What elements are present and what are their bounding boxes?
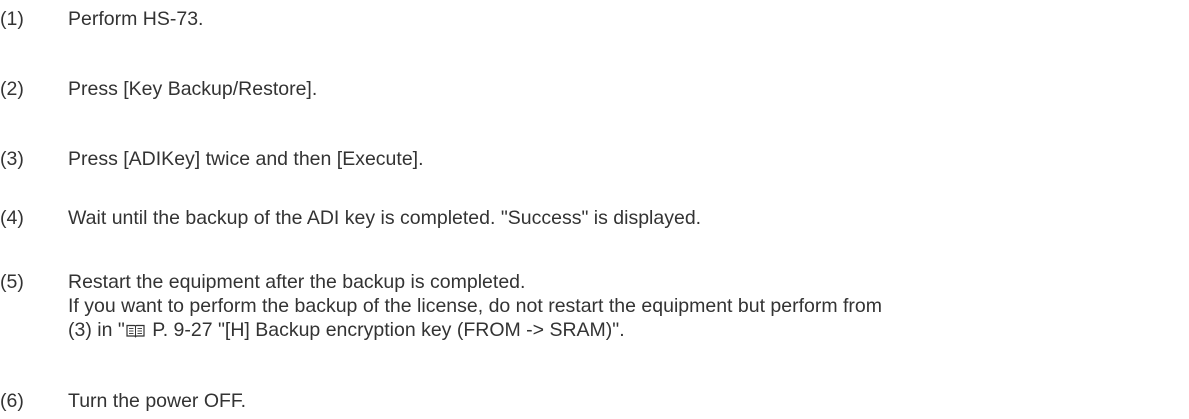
step-text: Restart the equipment after the backup i…	[68, 271, 526, 293]
step-number: (1)	[0, 8, 24, 30]
cross-reference: (3) in " P. 9-27 "[H] Backup encryption …	[68, 318, 882, 342]
step-number: (6)	[0, 390, 24, 412]
step-text: Press [Key Backup/Restore].	[68, 78, 318, 100]
step-text: If you want to perform the backup of the…	[68, 295, 883, 317]
step-text: Wait until the backup of the ADI key is …	[68, 207, 702, 229]
book-reference-icon	[126, 324, 145, 338]
step-number: (3)	[0, 148, 24, 170]
step-text: Turn the power OFF.	[68, 390, 247, 412]
step-text: Perform HS-73.	[68, 8, 204, 30]
reference-target: P. 9-27 "[H] Backup encryption key (FROM…	[146, 319, 625, 341]
procedure-steps: (1) Perform HS-73. (2) Press [Key Backup…	[0, 0, 1189, 419]
step-text: Press [ADIKey] twice and then [Execute].	[68, 148, 424, 170]
step-number: (4)	[0, 207, 24, 229]
step-number: (2)	[0, 78, 24, 100]
step-number: (5)	[0, 271, 24, 293]
reference-prefix: (3) in "	[68, 319, 125, 341]
